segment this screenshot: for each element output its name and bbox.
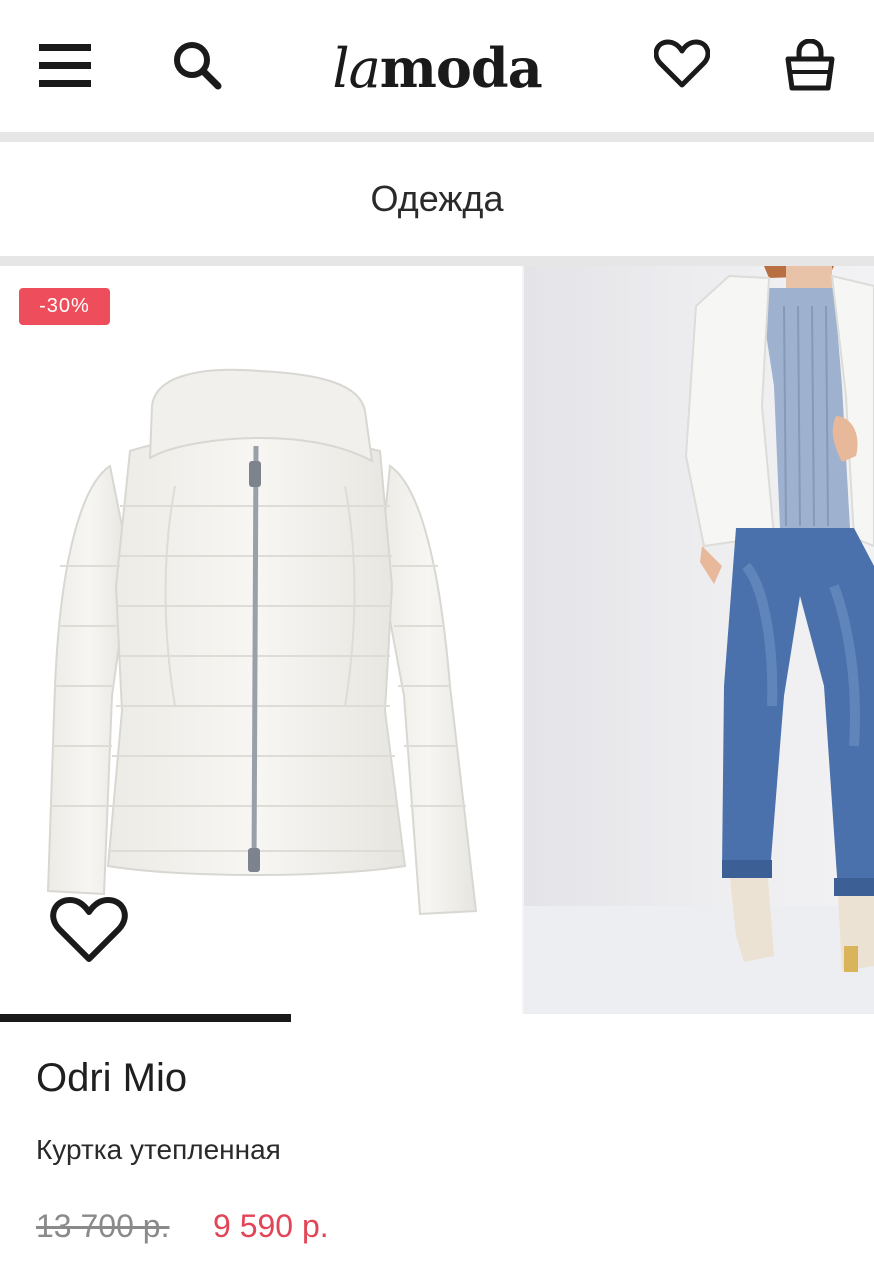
jacket-product-photo[interactable]: -30% <box>0 266 522 1022</box>
heart-outline-icon <box>50 897 128 962</box>
old-price: 13 700 р. <box>36 1208 170 1244</box>
sale-price: 9 590 р. <box>213 1208 329 1244</box>
cart-button[interactable] <box>774 30 846 100</box>
lamoda-logo[interactable]: la moda <box>300 28 574 108</box>
add-to-favorites-button[interactable] <box>46 890 132 970</box>
search-button[interactable] <box>162 32 232 98</box>
logo-moda: moda <box>379 36 543 100</box>
menu-button[interactable] <box>30 34 100 96</box>
favorites-button[interactable] <box>646 30 718 98</box>
product-gallery[interactable]: -30% <box>0 266 874 1022</box>
hamburger-menu-icon <box>39 44 91 87</box>
category-divider <box>0 256 874 266</box>
shopping-bag-icon <box>785 39 835 91</box>
model-wearing-jacket-photo[interactable] <box>524 266 874 1022</box>
heart-icon <box>654 39 710 88</box>
gallery-progress-fill <box>0 1014 291 1022</box>
search-icon <box>174 42 222 90</box>
product-type: Куртка утепленная <box>36 1134 281 1165</box>
product-brand[interactable]: Odri Mio <box>36 1056 187 1101</box>
category-title: Одежда <box>370 178 504 219</box>
header-divider <box>0 132 874 142</box>
gallery-progress <box>0 1014 874 1022</box>
logo-la: la <box>332 36 380 100</box>
model-illustration <box>524 266 874 1022</box>
top-bar: la moda <box>0 0 874 134</box>
discount-badge: -30% <box>19 288 110 325</box>
